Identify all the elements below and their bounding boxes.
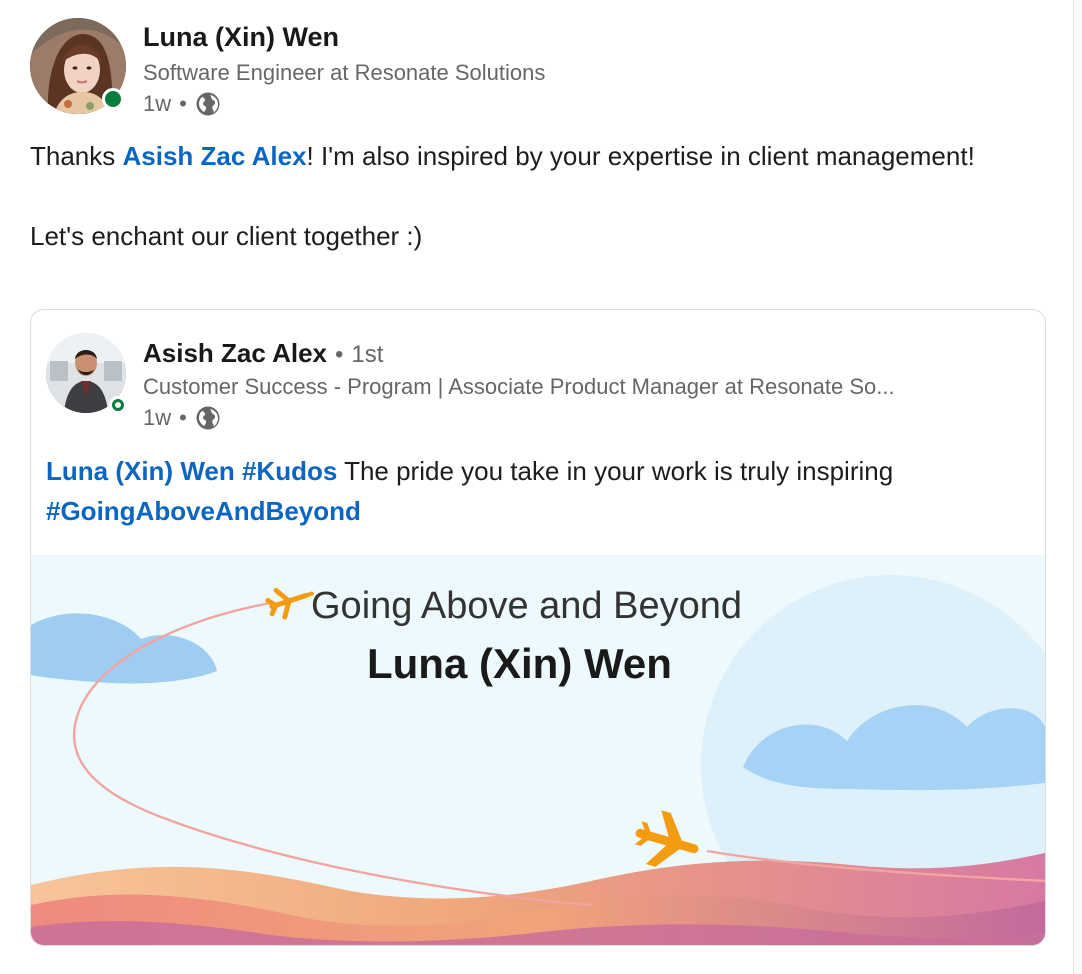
shared-post-card[interactable]: Asish Zac Alex • 1st Customer Success - … (30, 309, 1046, 946)
shared-body-text: The pride you take in your work is truly… (337, 456, 894, 486)
meta-separator: • (179, 91, 187, 116)
globe-icon (195, 91, 221, 117)
globe-icon (195, 405, 221, 431)
mention-link[interactable]: Asish Zac Alex (123, 141, 307, 171)
shared-online-status-dot (109, 396, 127, 414)
post-body: Thanks Asish Zac Alex! I'm also inspired… (30, 136, 1010, 256)
connection-degree: 1st (351, 341, 384, 368)
online-status-dot (102, 88, 124, 110)
shared-post-meta: 1w • (143, 404, 221, 432)
shared-author-name-row: Asish Zac Alex • 1st (143, 338, 383, 369)
kudos-title: Going Above and Beyond (311, 585, 743, 627)
body-suffix: ! I'm also inspired by your expertise in… (306, 141, 975, 171)
post-time: 1w (143, 91, 172, 116)
post-body-paragraph-2: Let's enchant our client together :) (30, 221, 423, 251)
hashtag-going-above-and-beyond[interactable]: #GoingAboveAndBeyond (46, 496, 361, 526)
shared-post-body: Luna (Xin) Wen #Kudos The pride you take… (46, 451, 1026, 531)
shared-author-headline: Customer Success - Program | Associate P… (143, 374, 895, 399)
kudos-image[interactable]: Going Above and Beyond Luna (Xin) Wen (31, 555, 1045, 945)
kudos-recipient: Luna (Xin) Wen (367, 640, 672, 687)
degree-separator: • (335, 341, 344, 368)
author-name[interactable]: Luna (Xin) Wen (143, 22, 339, 53)
post-author-header: Luna (Xin) Wen Software Engineer at Reso… (30, 18, 930, 118)
body-prefix: Thanks (30, 141, 123, 171)
hashtag-kudos[interactable]: #Kudos (242, 456, 337, 486)
scrollbar[interactable] (1073, 0, 1082, 974)
author-headline: Software Engineer at Resonate Solutions (143, 60, 546, 85)
post-meta: 1w • (143, 90, 221, 118)
shared-meta-separator: • (179, 405, 187, 430)
feed-post: Luna (Xin) Wen Software Engineer at Reso… (0, 0, 1074, 974)
post-body-paragraph-1: Thanks Asish Zac Alex! I'm also inspired… (30, 136, 1010, 176)
shared-post-time: 1w (143, 405, 172, 430)
shared-author-name[interactable]: Asish Zac Alex (143, 338, 327, 369)
shared-mention-link[interactable]: Luna (Xin) Wen (46, 456, 235, 486)
